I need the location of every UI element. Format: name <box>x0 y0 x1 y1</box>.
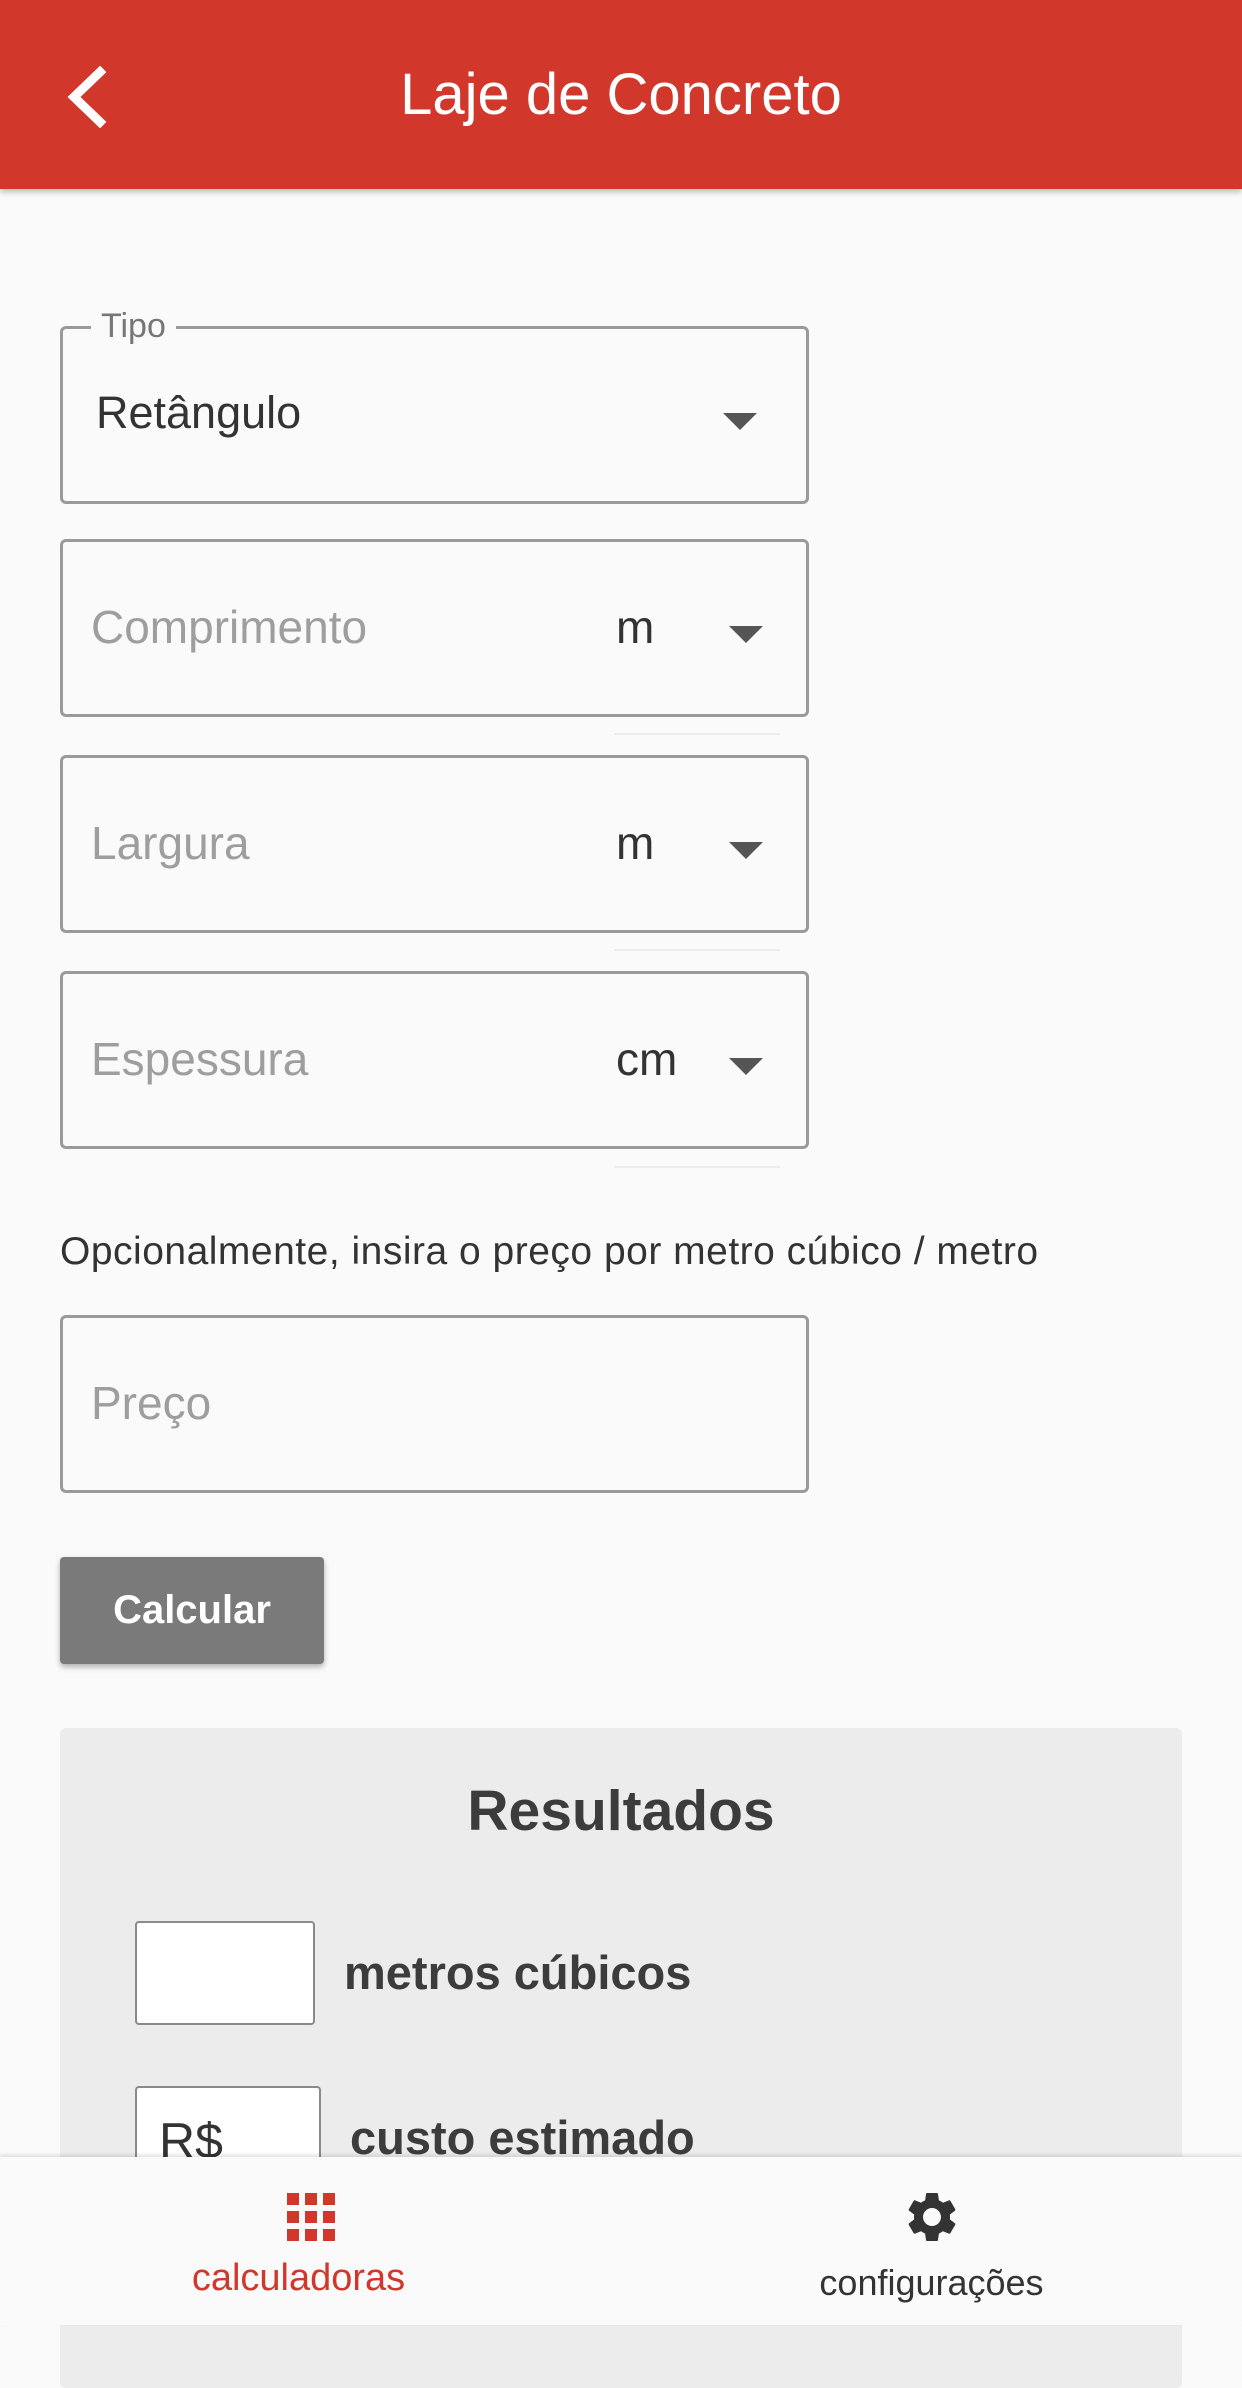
gear-icon <box>908 2193 955 2241</box>
espessura-field[interactable]: Espessura cm <box>60 971 809 1149</box>
calculate-button[interactable]: Calcular <box>60 1557 324 1664</box>
tipo-value: Retângulo <box>96 387 302 438</box>
grid-icon <box>286 2193 335 2241</box>
tipo-select[interactable]: Tipo Retângulo <box>60 307 809 504</box>
chevron-left-icon <box>67 66 107 128</box>
nav-item-calculadoras[interactable]: calculadoras <box>0 2157 621 2325</box>
price-hint: Opcionalmente, insira o preço por metro … <box>60 1230 1039 1273</box>
largura-unit-caret-icon[interactable] <box>729 842 763 859</box>
volume-result-label: metros cúbicos <box>344 1946 692 1999</box>
preco-field[interactable]: Preço <box>60 1315 809 1493</box>
comprimento-unit-caret-icon[interactable] <box>729 626 763 643</box>
app-bar: Laje de Concreto <box>0 0 1242 189</box>
nav-label-calculadoras: calculadoras <box>191 2257 406 2299</box>
comprimento-input[interactable]: Comprimento <box>91 600 367 654</box>
largura-unit-underline <box>614 949 780 951</box>
comprimento-unit-value: m <box>616 601 655 653</box>
comprimento-field[interactable]: Comprimento m <box>60 539 809 717</box>
tipo-label: Tipo <box>91 307 176 346</box>
largura-input[interactable]: Largura <box>91 816 250 870</box>
espessura-unit-caret-icon[interactable] <box>729 1058 763 1075</box>
bottom-nav: calculadoras configurações <box>0 2157 1242 2325</box>
largura-unit-value: m <box>616 817 655 869</box>
espessura-input[interactable]: Espessura <box>91 1032 308 1086</box>
page-title: Laje de Concreto <box>400 62 842 127</box>
caret-down-icon <box>723 413 757 430</box>
espessura-unit-underline <box>614 1166 780 1168</box>
volume-result-box <box>135 1921 315 2025</box>
nav-label-configuracoes: configurações <box>819 2262 1044 2303</box>
largura-field[interactable]: Largura m <box>60 755 809 933</box>
comprimento-unit-underline <box>614 733 780 735</box>
back-button[interactable] <box>50 62 120 132</box>
results-title: Resultados <box>467 1779 775 1843</box>
nav-item-configuracoes[interactable]: configurações <box>621 2157 1242 2325</box>
preco-input[interactable]: Preço <box>91 1376 211 1430</box>
espessura-unit-value: cm <box>616 1033 678 1085</box>
